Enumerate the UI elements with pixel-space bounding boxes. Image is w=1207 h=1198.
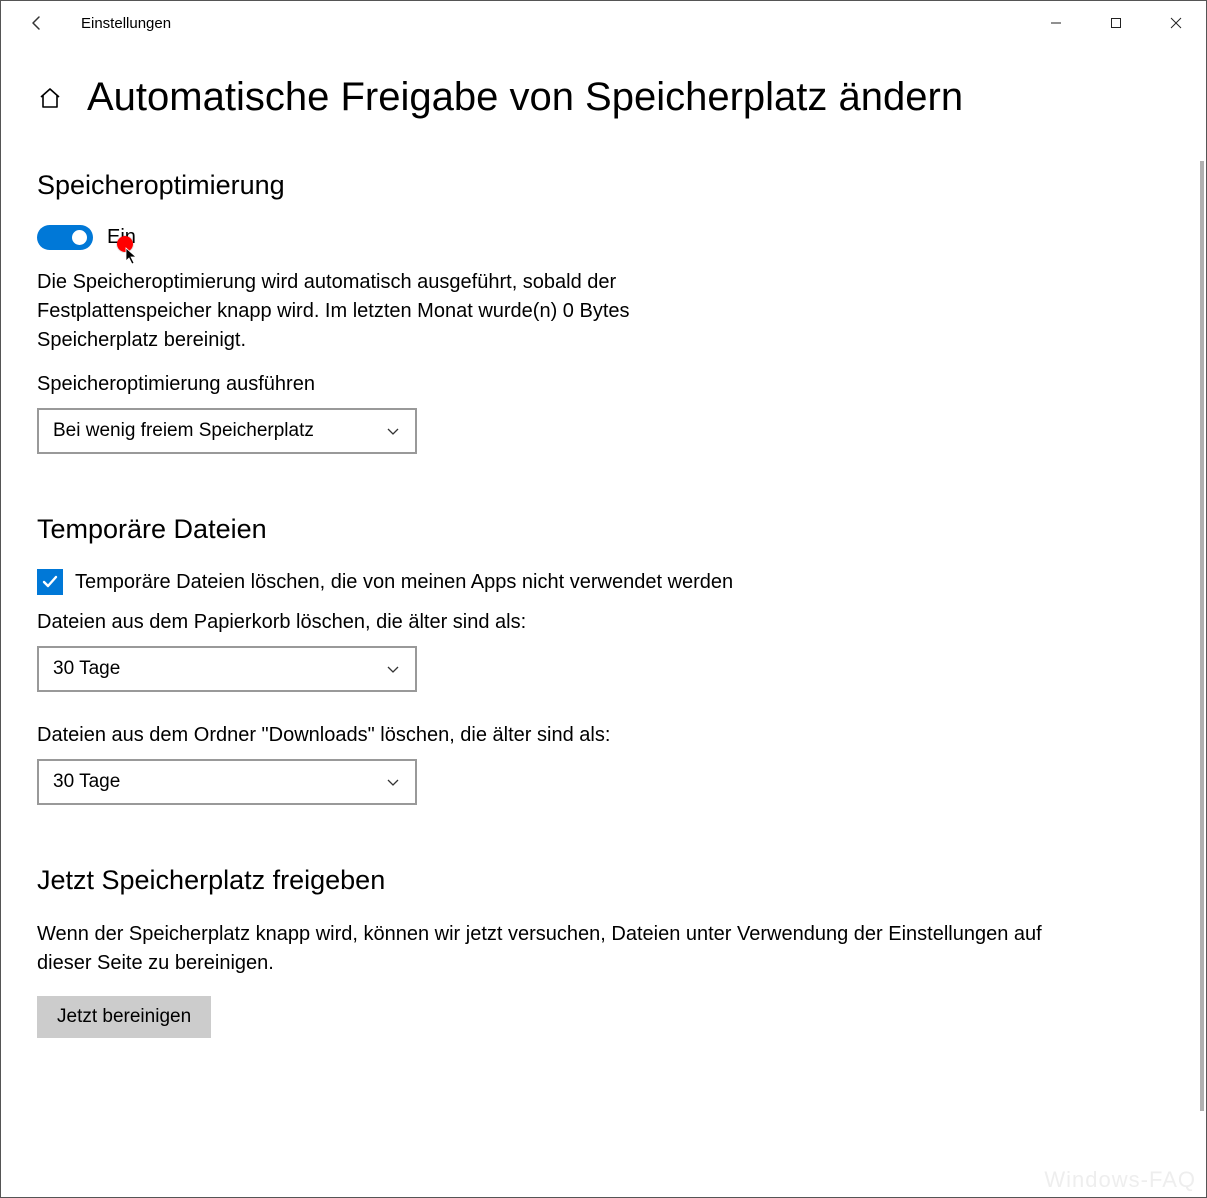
downloads-dropdown[interactable]: 30 Tage xyxy=(37,759,417,805)
section-heading-free-now: Jetzt Speicherplatz freigeben xyxy=(37,865,1170,896)
chevron-down-icon xyxy=(385,423,401,439)
watermark: Windows-FAQ xyxy=(1044,1167,1196,1193)
section-storage-sense: Speicheroptimierung Ein Die Speicheropti… xyxy=(37,170,1170,454)
storage-sense-description: Die Speicheroptimierung wird automatisch… xyxy=(37,268,677,355)
downloads-value: 30 Tage xyxy=(53,771,120,793)
free-now-description: Wenn der Speicherplatz knapp wird, könne… xyxy=(37,920,1097,978)
back-button[interactable] xyxy=(15,14,59,32)
downloads-label: Dateien aus dem Ordner "Downloads" lösch… xyxy=(37,724,1170,747)
cursor-arrow-icon xyxy=(125,247,139,265)
recycle-bin-value: 30 Tage xyxy=(53,658,120,680)
chevron-down-icon xyxy=(385,661,401,677)
window-title: Einstellungen xyxy=(81,15,171,32)
run-storage-sense-label: Speicheroptimierung ausführen xyxy=(37,373,1170,396)
chevron-down-icon xyxy=(385,774,401,790)
section-heading-storage-sense: Speicheroptimierung xyxy=(37,170,1170,201)
section-heading-temp-files: Temporäre Dateien xyxy=(37,514,1170,545)
delete-temp-files-label: Temporäre Dateien löschen, die von meine… xyxy=(75,571,733,594)
page-title: Automatische Freigabe von Speicherplatz … xyxy=(87,75,963,120)
recycle-bin-dropdown[interactable]: 30 Tage xyxy=(37,646,417,692)
window-controls xyxy=(1026,1,1206,45)
run-storage-sense-dropdown[interactable]: Bei wenig freiem Speicherplatz xyxy=(37,408,417,454)
toggle-knob-icon xyxy=(72,230,87,245)
section-temp-files: Temporäre Dateien Temporäre Dateien lösc… xyxy=(37,514,1170,805)
recycle-bin-label: Dateien aus dem Papierkorb löschen, die … xyxy=(37,611,1170,634)
content-area: Automatische Freigabe von Speicherplatz … xyxy=(1,45,1206,1038)
scrollbar-thumb[interactable] xyxy=(1200,161,1204,1111)
home-icon[interactable] xyxy=(37,85,63,111)
run-storage-sense-value: Bei wenig freiem Speicherplatz xyxy=(53,420,314,442)
section-free-now: Jetzt Speicherplatz freigeben Wenn der S… xyxy=(37,865,1170,1038)
maximize-button[interactable] xyxy=(1086,1,1146,45)
clean-now-button[interactable]: Jetzt bereinigen xyxy=(37,996,211,1038)
minimize-button[interactable] xyxy=(1026,1,1086,45)
close-button[interactable] xyxy=(1146,1,1206,45)
delete-temp-files-checkbox[interactable] xyxy=(37,569,63,595)
storage-sense-toggle[interactable] xyxy=(37,225,93,250)
